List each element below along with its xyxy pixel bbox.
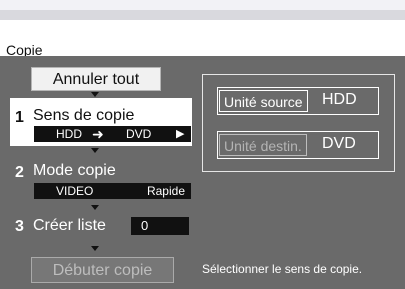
dest-unit-field: Unité destin. DVD xyxy=(217,131,379,159)
arrow-down-icon xyxy=(91,148,99,153)
step-number: 3 xyxy=(15,218,24,235)
source-unit-value: HDD xyxy=(322,91,357,108)
source-unit-field: Unité source HDD xyxy=(217,87,379,115)
title-bar: Copie xyxy=(0,10,405,58)
status-message: Sélectionner le sens de copie. xyxy=(202,262,363,276)
mode-text: VIDEO xyxy=(56,184,94,198)
step-copy-direction[interactable]: 1 Sens de copie HDD ➜ DVD ▶ xyxy=(10,98,192,146)
copy-mode-value: VIDEO Rapide xyxy=(34,183,191,199)
arrow-down-icon xyxy=(91,246,99,251)
source-unit-label: Unité source xyxy=(219,90,308,112)
step-number: 1 xyxy=(15,109,24,126)
step-create-list[interactable]: 3 Créer liste 0 xyxy=(10,212,192,241)
device-panel: Unité source HDD Unité destin. DVD xyxy=(202,74,395,172)
copy-direction-value: HDD ➜ DVD ▶ xyxy=(34,126,191,142)
step-copy-mode[interactable]: 2 Mode copie VIDEO Rapide xyxy=(10,154,192,202)
step-number: 2 xyxy=(15,164,24,181)
arrow-down-icon xyxy=(91,92,99,97)
arrow-down-icon xyxy=(91,205,99,210)
arrow-right-icon: ➜ xyxy=(92,126,104,142)
step-label: Sens de copie xyxy=(33,107,135,124)
triangle-right-icon: ▶ xyxy=(176,128,185,140)
step-label: Mode copie xyxy=(33,162,116,179)
dest-unit-label: Unité destin. xyxy=(219,134,307,156)
dest-device-text: DVD xyxy=(126,127,152,141)
cancel-all-button[interactable]: Annuler tout xyxy=(31,67,161,91)
step-label: Créer liste xyxy=(33,217,106,234)
start-copy-button[interactable]: Débuter copie xyxy=(31,257,174,283)
dest-unit-value: DVD xyxy=(322,135,356,152)
source-device-text: HDD xyxy=(56,127,82,141)
speed-text: Rapide xyxy=(146,184,185,198)
top-strip xyxy=(0,0,405,10)
list-count-field: 0 xyxy=(131,217,189,235)
